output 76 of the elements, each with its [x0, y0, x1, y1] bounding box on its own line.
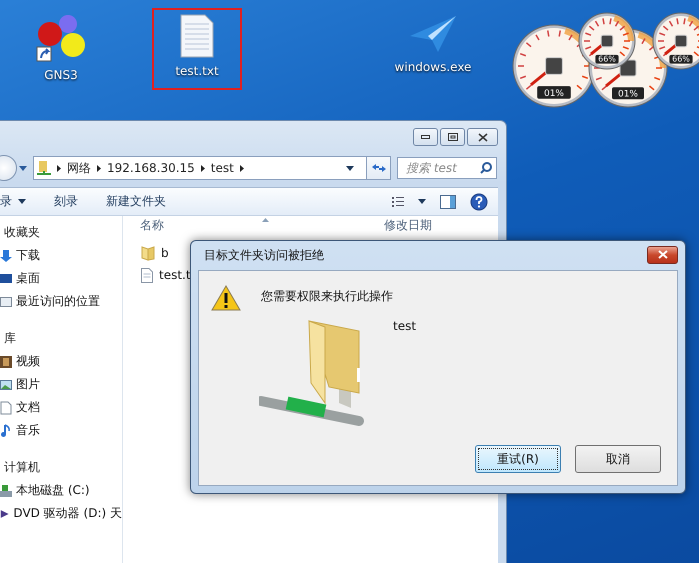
chevron-right-icon [200, 164, 205, 172]
column-header[interactable]: 修改日期 [384, 216, 484, 234]
close-button[interactable] [647, 246, 678, 264]
refresh-button[interactable] [366, 157, 390, 179]
icon-label: test.txt [175, 64, 219, 78]
close-icon [658, 250, 668, 259]
close-button[interactable] [467, 128, 498, 146]
view-list-icon[interactable] [392, 196, 404, 208]
nav-item[interactable]: 文档 [16, 399, 40, 416]
folder-name: test [393, 319, 416, 335]
chevron-right-icon [97, 164, 101, 172]
nav-group-title[interactable]: 收藏夹 [0, 224, 122, 241]
desktop-icon[interactable]: test.txt [152, 8, 242, 90]
film-icon [0, 354, 12, 368]
gauge-reading: 01% [618, 89, 638, 100]
chevron-right-icon [240, 164, 244, 172]
monitor-icon [0, 272, 12, 286]
gauge-reading: 01% [544, 88, 564, 99]
folder-icon [141, 245, 155, 261]
nav-item[interactable]: 视频 [16, 353, 40, 370]
dialog-title: 目标文件夹访问被拒绝 [203, 247, 324, 264]
minimize-icon [421, 135, 430, 139]
search-icon [480, 162, 492, 174]
nav-item[interactable]: 音乐 [16, 422, 40, 439]
refresh-arrows-icon [372, 163, 386, 173]
breadcrumb-item[interactable]: 192.168.30.15 [107, 161, 195, 175]
gauge-reading: 66% [598, 54, 616, 64]
icon-label: windows.exe [394, 60, 472, 74]
text-file-icon [141, 268, 153, 282]
gauge-reading: 66% [672, 54, 690, 64]
nav-item[interactable]: 最近访问的位置 [16, 293, 100, 310]
view-caret-icon [418, 199, 426, 204]
toolbar-button[interactable]: 刻录 [54, 193, 78, 210]
down-arrow-icon [0, 248, 12, 262]
maximize-icon [448, 133, 458, 141]
dropdown-caret-icon [346, 166, 354, 170]
file-name[interactable]: b [161, 246, 169, 260]
caret-icon [18, 199, 26, 204]
address-bar[interactable]: 网络 192.168.30.15 test [33, 156, 391, 180]
window-icon [0, 294, 12, 308]
dialog-message: 您需要权限来执行此操作 [261, 288, 393, 305]
file-name[interactable]: test.t [159, 268, 191, 282]
nav-item[interactable]: 本地磁盘 (C:) [16, 482, 90, 499]
nav-item[interactable]: DVD 驱动器 (D:) 天 [13, 505, 122, 522]
text-file-icon [180, 14, 214, 58]
minimize-button[interactable] [413, 128, 438, 146]
picture-icon [0, 378, 12, 392]
search-field[interactable]: 搜索 test [397, 157, 497, 179]
drive-icon [0, 484, 12, 498]
network-folder-icon [37, 160, 51, 176]
paper-plane-icon [408, 14, 458, 54]
desktop-icon[interactable]: windows.exe [388, 8, 478, 90]
nav-group-title[interactable]: 计算机 [0, 459, 122, 476]
close-icon [478, 132, 488, 142]
nav-group-title[interactable]: 库 [0, 330, 122, 347]
toolbar-button[interactable]: 录 [0, 193, 26, 210]
maximize-button[interactable] [440, 128, 465, 146]
cancel-button[interactable]: 取消 [575, 445, 661, 473]
column-header[interactable]: 名称 [140, 216, 384, 234]
desktop-icon[interactable]: GNS3 [16, 8, 106, 90]
retry-button[interactable]: 重试(R) [475, 445, 561, 473]
breadcrumb-item[interactable]: test [210, 161, 234, 175]
sort-caret-icon [262, 218, 269, 222]
warning-icon [211, 285, 241, 311]
nav-item[interactable]: 下载 [16, 247, 40, 264]
music-note-icon [0, 424, 12, 438]
icon-label: GNS3 [44, 68, 78, 82]
preview-pane-icon[interactable] [440, 194, 456, 208]
nav-item[interactable]: 图片 [16, 376, 40, 393]
toolbar-button[interactable]: 新建文件夹 [106, 193, 166, 210]
colored-spheres-icon [36, 14, 86, 62]
help-icon[interactable] [470, 192, 488, 210]
nav-item[interactable]: 桌面 [16, 270, 40, 287]
caret-icon [19, 166, 27, 170]
chevron-right-icon [57, 164, 61, 172]
breadcrumb-item[interactable]: 网络 [67, 160, 91, 176]
